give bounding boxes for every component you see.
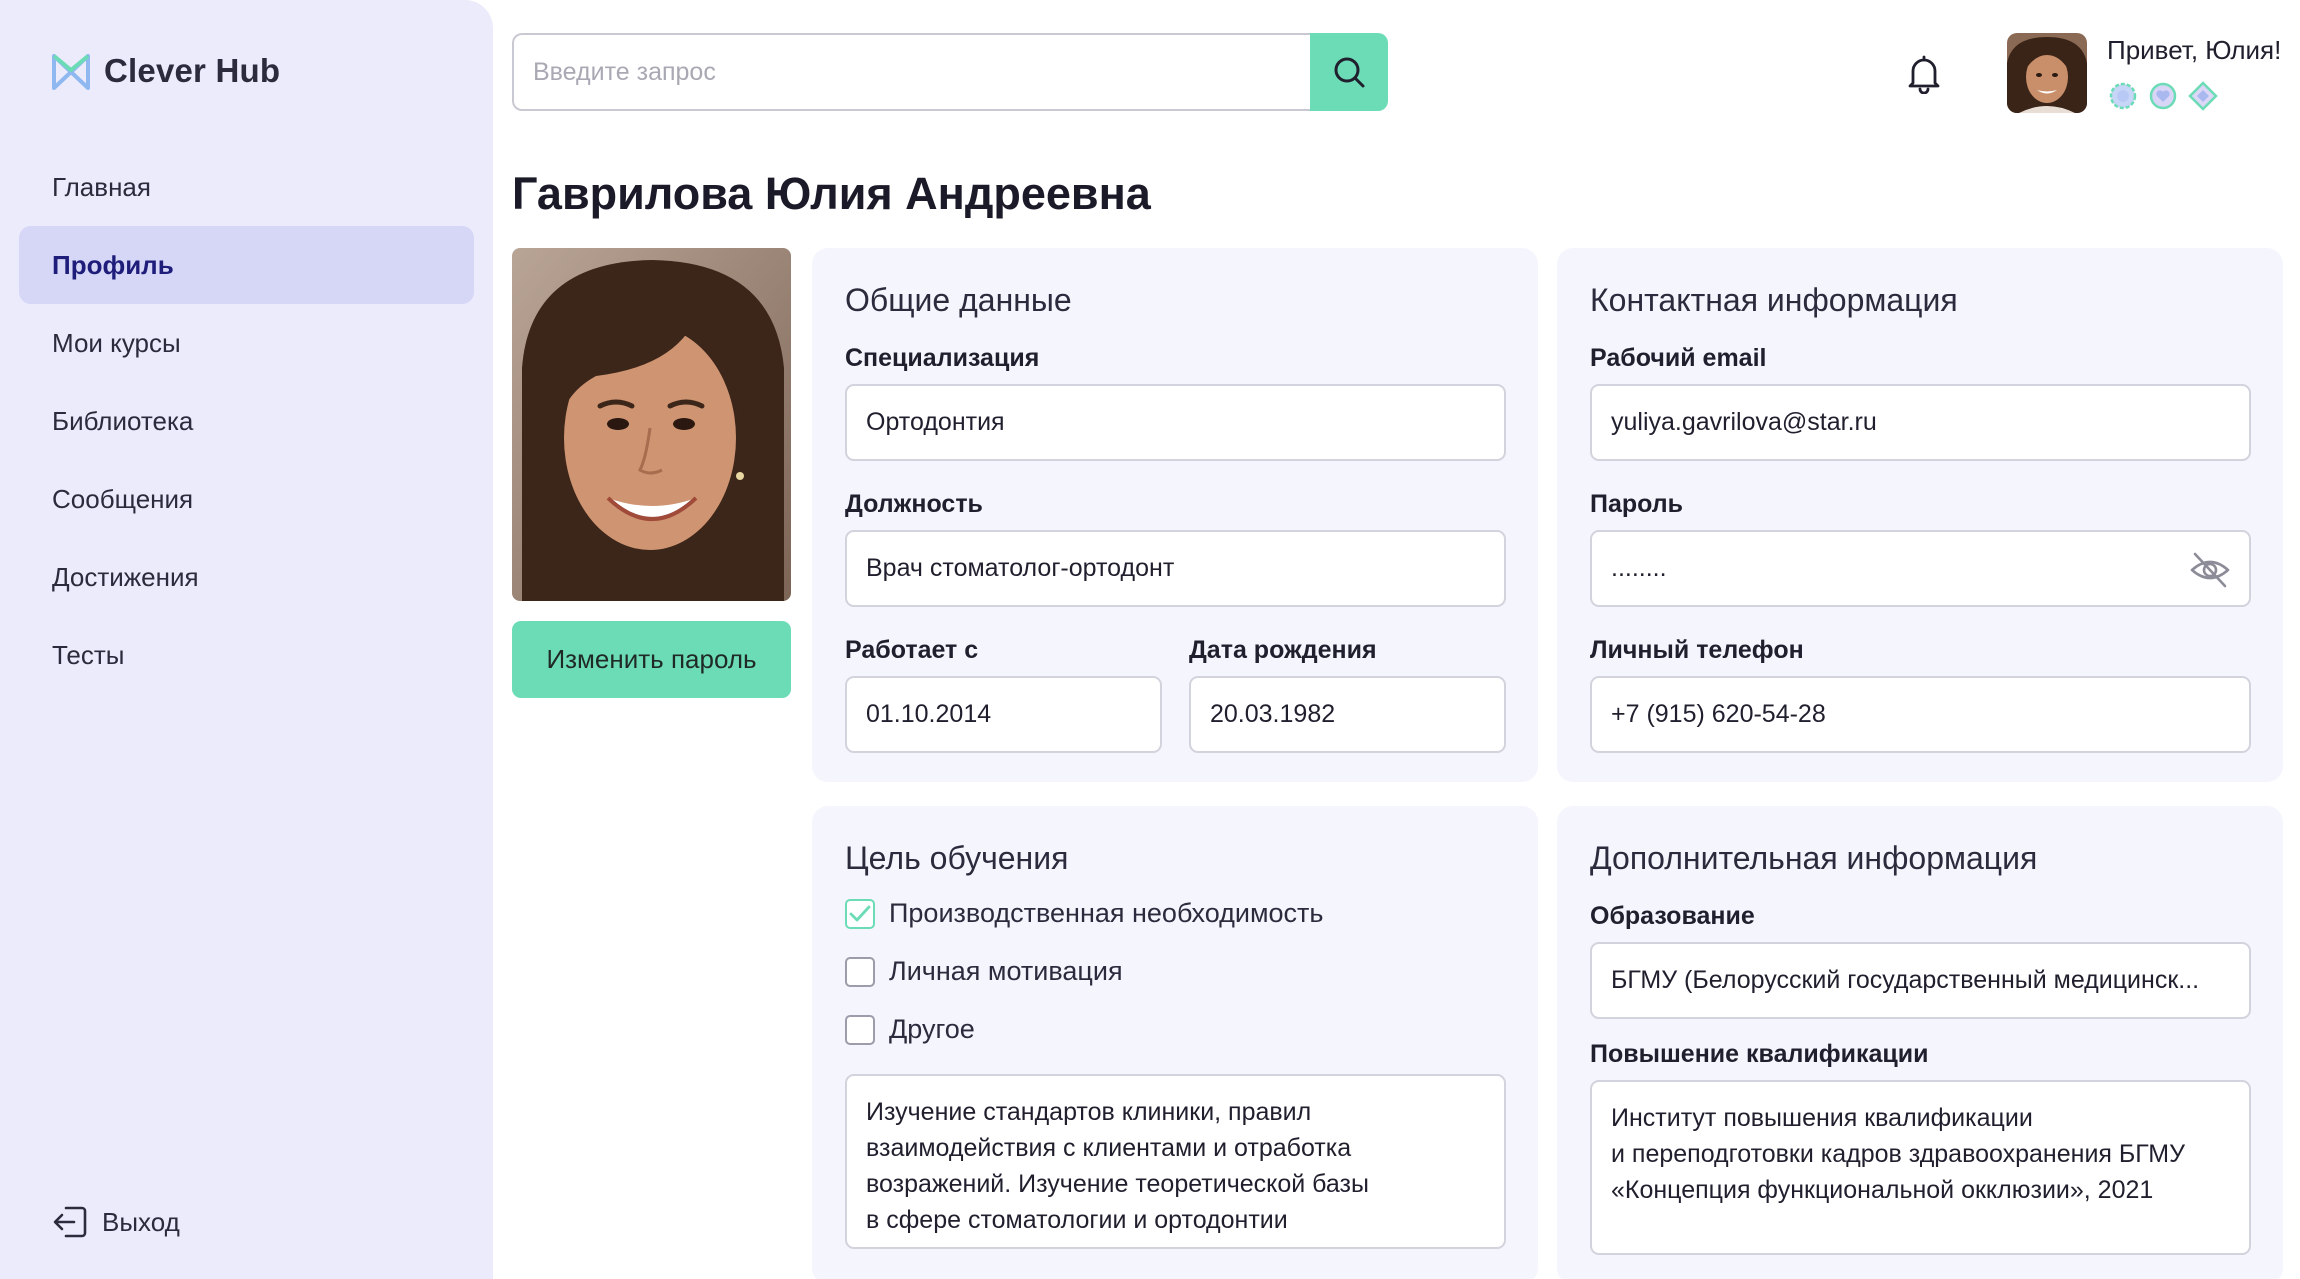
qualification-textarea[interactable]: Институт повышения квалификации и перепо… <box>1590 1080 2251 1255</box>
sidebar-item-home[interactable]: Главная <box>19 148 474 226</box>
checkbox-checked[interactable] <box>845 898 875 929</box>
goal-option-other[interactable]: Другое <box>845 1014 975 1045</box>
profile-photo <box>512 248 791 601</box>
education-label: Образование <box>1590 902 1755 930</box>
goal-text-line: взаимодействия с клиентами и отработка <box>866 1134 1352 1162</box>
qualification-text-line: и переподготовки кадров здравоохранения … <box>1611 1140 2185 1168</box>
sidebar-item-achievements[interactable]: Достижения <box>19 538 474 616</box>
sidebar-item-library[interactable]: Библиотека <box>19 382 474 460</box>
goal-option-label: Производственная необходимость <box>889 898 1324 928</box>
works-since-field[interactable]: 01.10.2014 <box>845 676 1162 753</box>
specialization-value: Ортодонтия <box>866 408 1005 436</box>
profile-photo-image <box>512 248 791 601</box>
change-password-button[interactable]: Изменить пароль <box>512 621 791 698</box>
additional-info-title: Дополнительная информация <box>1590 840 2038 876</box>
email-value: yuliya.gavrilova@star.ru <box>1611 408 1877 436</box>
specialization-field[interactable]: Ортодонтия <box>845 384 1506 461</box>
additional-info-card: Дополнительная информация Образование БГ… <box>1557 806 2283 1279</box>
password-label: Пароль <box>1590 490 1684 518</box>
learning-goal-title: Цель обучения <box>845 840 1069 876</box>
logo-text: Clever Hub <box>104 52 281 89</box>
badge-heart-icon[interactable] <box>2147 80 2179 112</box>
search-bar <box>512 33 1388 111</box>
works-since-value: 01.10.2014 <box>866 700 992 728</box>
email-field[interactable]: yuliya.gavrilova@star.ru <box>1590 384 2251 461</box>
eye-off-icon[interactable] <box>2189 550 2231 590</box>
password-value: ........ <box>1611 554 1667 582</box>
goal-option-work-need[interactable]: Производственная необходимость <box>845 898 1323 929</box>
goal-option-label: Личная мотивация <box>889 956 1123 986</box>
logout-label: Выход <box>102 1206 180 1237</box>
birth-date-value: 20.03.1982 <box>1210 700 1336 728</box>
contact-info-title: Контактная информация <box>1590 282 1958 318</box>
bell-icon[interactable] <box>1905 54 1943 94</box>
logo[interactable]: Clever Hub <box>50 50 280 92</box>
qualification-text-line: «Концепция функциональной окклюзии», 202… <box>1611 1176 2154 1204</box>
page-title: Гаврилова Юлия Андреевна <box>512 168 1151 219</box>
phone-label: Личный телефон <box>1590 636 1804 664</box>
general-info-card: Общие данные Специализация Ортодонтия До… <box>812 248 1538 782</box>
search-input[interactable] <box>512 33 1310 111</box>
badge-diamond-icon[interactable] <box>2187 80 2219 112</box>
badge-gear-icon[interactable] <box>2107 80 2139 112</box>
sidebar-item-tests[interactable]: Тесты <box>19 616 474 694</box>
search-button[interactable] <box>1310 33 1388 111</box>
sidebar-item-messages[interactable]: Сообщения <box>19 460 474 538</box>
general-info-title: Общие данные <box>845 282 1072 318</box>
qualification-text-line: Институт повышения квалификации <box>1611 1104 2033 1132</box>
sidebar-nav: Главная Профиль Мои курсы Библиотека Соо… <box>19 148 474 694</box>
checkbox-unchecked[interactable] <box>845 956 875 987</box>
sidebar-item-profile[interactable]: Профиль <box>19 226 474 304</box>
goal-description-textarea[interactable]: Изучение стандартов клиники, правил взаи… <box>845 1074 1506 1249</box>
goal-text-line: в сфере стоматологии и ортодонтии <box>866 1206 1288 1234</box>
sidebar: Clever Hub Главная Профиль Мои курсы Биб… <box>0 0 493 1279</box>
goal-option-label: Другое <box>889 1014 975 1044</box>
achievement-badges <box>2107 80 2219 112</box>
email-label: Рабочий email <box>1590 344 1767 372</box>
education-value: БГМУ (Белорусский государственный медици… <box>1611 966 2200 994</box>
sidebar-item-my-courses[interactable]: Мои курсы <box>19 304 474 382</box>
goal-option-personal-motivation[interactable]: Личная мотивация <box>845 956 1123 987</box>
birth-date-field[interactable]: 20.03.1982 <box>1189 676 1506 753</box>
education-field[interactable]: БГМУ (Белорусский государственный медици… <box>1590 942 2251 1019</box>
specialization-label: Специализация <box>845 344 1040 372</box>
learning-goal-card: Цель обучения Производственная необходим… <box>812 806 1538 1279</box>
contact-info-card: Контактная информация Рабочий email yuli… <box>1557 248 2283 782</box>
logo-icon <box>52 54 90 90</box>
works-since-label: Работает с <box>845 636 979 664</box>
position-field[interactable]: Врач стоматолог-ортодонт <box>845 530 1506 607</box>
goal-text-line: Изучение стандартов клиники, правил <box>866 1098 1312 1126</box>
checkbox-unchecked[interactable] <box>845 1014 875 1045</box>
position-label: Должность <box>845 490 983 518</box>
greeting-text: Привет, Юлия! <box>2107 35 2282 65</box>
logout-button[interactable]: Выход <box>52 1205 180 1239</box>
check-icon <box>849 905 871 921</box>
phone-field[interactable]: +7 (915) 620-54-28 <box>1590 676 2251 753</box>
qualification-label: Повышение квалификации <box>1590 1040 1929 1068</box>
logout-icon <box>53 1206 87 1238</box>
avatar-image <box>2007 33 2087 113</box>
goal-text-line: возражений. Изучение теоретической базы <box>866 1170 1369 1198</box>
birth-date-label: Дата рождения <box>1189 636 1377 664</box>
search-icon <box>1334 57 1365 88</box>
position-value: Врач стоматолог-ортодонт <box>866 554 1175 582</box>
avatar[interactable] <box>2007 33 2087 113</box>
app-root: Clever Hub Главная Профиль Мои курсы Биб… <box>0 0 2300 1279</box>
password-field[interactable]: ........ <box>1590 530 2251 607</box>
phone-value: +7 (915) 620-54-28 <box>1611 700 1826 728</box>
